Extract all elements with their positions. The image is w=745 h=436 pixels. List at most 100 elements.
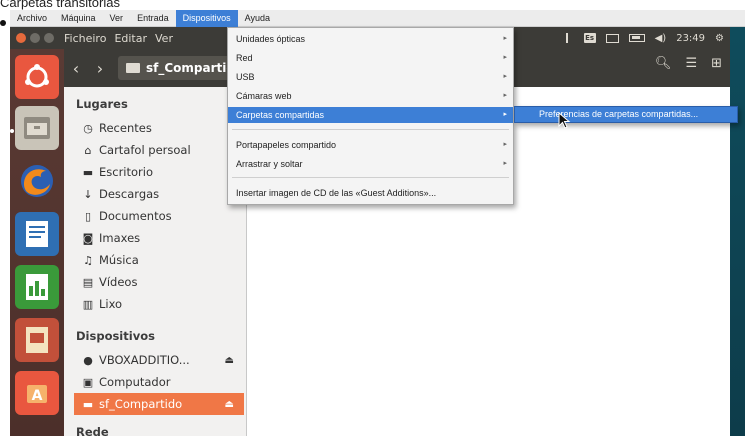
menu-maquina[interactable]: Máquina — [54, 10, 103, 27]
software-center-icon[interactable]: A — [15, 371, 59, 415]
battery-icon[interactable] — [628, 34, 645, 42]
menu-item-label: Portapapeles compartido — [236, 140, 337, 150]
sidebar-item-documentos[interactable]: ▯ Documentos — [74, 205, 244, 227]
sidebar-item-vboxadditions[interactable]: ● VBOXADDITIO... ⏏ — [74, 349, 244, 371]
submenu-arrow-icon: ▸ — [503, 35, 507, 42]
launcher-running-pip — [10, 129, 14, 133]
sidebar-item-escritorio[interactable]: ▬ Escritorio — [74, 161, 244, 183]
submenu-arrow-icon: ▸ — [503, 111, 507, 118]
impress-icon[interactable] — [15, 318, 59, 362]
sidebar-item-computador[interactable]: ▣ Computador — [74, 371, 244, 393]
disc-icon: ● — [83, 353, 93, 367]
eject-icon[interactable]: ⏏ — [225, 355, 234, 366]
clock-icon: ◷ — [83, 121, 93, 135]
sidebar-item-label: VBOXADDITIO... — [99, 353, 190, 367]
clock[interactable]: 23:49 — [676, 33, 705, 44]
submenu-arrow-icon: ▸ — [503, 92, 507, 99]
back-icon[interactable]: ‹ — [64, 59, 88, 78]
menu-item-label: Cámaras web — [236, 91, 292, 101]
video-icon: ▤ — [82, 275, 94, 289]
folder-icon: ▬ — [82, 397, 94, 411]
document-icon: ▯ — [84, 209, 92, 223]
firefox-icon[interactable] — [15, 159, 59, 203]
dispositivos-dropdown-menu: Unidades ópticas ▸ Red ▸ USB ▸ Cámaras w… — [227, 27, 514, 205]
sidebar-item-lixo[interactable]: ▥ Lixo — [74, 293, 244, 315]
ubuntu-dash-icon[interactable] — [15, 55, 59, 99]
mouse-cursor-icon — [558, 112, 571, 129]
vbox-menubar: Archivo Máquina Ver Entrada Dispositivos… — [10, 9, 745, 27]
calc-icon[interactable] — [15, 265, 59, 309]
app-menu: Ficheiro Editar Ver — [64, 32, 173, 45]
app-menu-ficheiro[interactable]: Ficheiro — [64, 32, 106, 45]
files-app-icon[interactable] — [15, 106, 59, 150]
sidebar-item-sf-compartido[interactable]: ▬ sf_Compartido ⏏ — [74, 393, 244, 415]
menu-item-unidades-opticas[interactable]: Unidades ópticas ▸ — [228, 31, 513, 47]
sidebar-item-label: Computador — [99, 375, 171, 389]
mail-icon[interactable] — [605, 33, 619, 43]
app-menu-ver[interactable]: Ver — [155, 32, 173, 45]
close-window-button[interactable] — [16, 33, 26, 43]
menu-ver[interactable]: Ver — [103, 10, 131, 27]
maximize-window-button[interactable] — [44, 33, 54, 43]
volume-icon[interactable]: ◀) — [655, 33, 667, 44]
sidebar-item-label: sf_Compartido — [99, 397, 183, 411]
home-icon: ⌂ — [84, 143, 92, 157]
sidebar-item-recentes[interactable]: ◷ Recentes — [74, 117, 244, 139]
menu-item-red[interactable]: Red ▸ — [228, 50, 513, 66]
menu-separator — [232, 129, 509, 130]
sidebar-heading-rede: Rede — [76, 425, 109, 436]
eject-icon[interactable]: ⏏ — [225, 399, 234, 410]
app-menu-editar[interactable]: Editar — [114, 32, 147, 45]
keyboard-layout-indicator[interactable]: Es — [583, 33, 596, 43]
submenu-arrow-icon: ▸ — [503, 73, 507, 80]
sidebar-item-label: Música — [99, 253, 139, 267]
sidebar-item-label: Lixo — [99, 297, 123, 311]
menu-item-label: Insertar imagen de CD de las «Guest Addi… — [236, 188, 437, 198]
search-icon[interactable]: 🔍︎ — [655, 56, 672, 71]
screenshot-root: Carpetas transitorias Archivo Máquina Ve… — [0, 0, 745, 436]
svg-text:A: A — [32, 388, 43, 404]
submenu-arrow-icon: ▸ — [503, 54, 507, 61]
sidebar-item-label: Recentes — [99, 121, 152, 135]
submenu-arrow-icon: ▸ — [503, 141, 507, 148]
menu-dispositivos[interactable]: Dispositivos — [175, 9, 238, 27]
music-icon: ♫ — [83, 253, 93, 267]
writer-icon[interactable] — [15, 212, 59, 256]
network-updown-icon[interactable] — [565, 33, 574, 43]
panel-indicators: Es ◀) 23:49 ⚙ — [565, 27, 724, 49]
computer-icon: ▣ — [82, 375, 94, 389]
sidebar-item-label: Cartafol persoal — [99, 143, 191, 157]
drive-icon — [126, 63, 140, 73]
menu-item-insertar-guest-additions[interactable]: Insertar imagen de CD de las «Guest Addi… — [228, 185, 513, 201]
sidebar-item-musica[interactable]: ♫ Música — [74, 249, 244, 271]
menu-item-preferencias-carpetas[interactable]: Preferencias de carpetas compartidas... — [514, 106, 738, 123]
gear-icon[interactable]: ⚙ — [715, 33, 724, 44]
view-grid-icon[interactable]: ⊞ — [711, 56, 722, 71]
submenu-arrow-icon: ▸ — [503, 160, 507, 167]
menu-entrada[interactable]: Entrada — [130, 10, 176, 27]
sidebar-item-imaxes[interactable]: ◙ Imaxes — [74, 227, 244, 249]
forward-icon[interactable]: › — [88, 59, 112, 78]
header-actions: 🔍︎ ☰ ⊞ — [655, 56, 722, 71]
menu-item-label: USB — [236, 72, 255, 82]
sidebar-item-descargas[interactable]: ↓ Descargas — [74, 183, 244, 205]
menu-item-portapapeles[interactable]: Portapapeles compartido ▸ — [228, 137, 513, 153]
menu-separator — [232, 177, 509, 178]
caption-text: Carpetas transitorias — [0, 0, 120, 10]
sidebar-item-label: Documentos — [99, 209, 172, 223]
menu-icon[interactable]: ☰ — [685, 56, 697, 71]
camera-icon: ◙ — [82, 231, 94, 245]
menu-item-arrastrar-soltar[interactable]: Arrastrar y soltar ▸ — [228, 156, 513, 172]
sidebar-item-home[interactable]: ⌂ Cartafol persoal — [74, 139, 244, 161]
menu-item-camaras-web[interactable]: Cámaras web ▸ — [228, 88, 513, 104]
minimize-window-button[interactable] — [30, 33, 40, 43]
window-controls — [10, 33, 54, 43]
sidebar-item-videos[interactable]: ▤ Vídeos — [74, 271, 244, 293]
menu-item-carpetas-compartidas[interactable]: Carpetas compartidas ▸ — [228, 107, 513, 123]
menu-ayuda[interactable]: Ayuda — [238, 10, 277, 27]
bullet-marker — [0, 20, 6, 26]
menu-archivo[interactable]: Archivo — [10, 10, 54, 27]
menu-item-usb[interactable]: USB ▸ — [228, 69, 513, 85]
download-icon: ↓ — [83, 187, 93, 201]
menu-item-label: Unidades ópticas — [236, 34, 306, 44]
